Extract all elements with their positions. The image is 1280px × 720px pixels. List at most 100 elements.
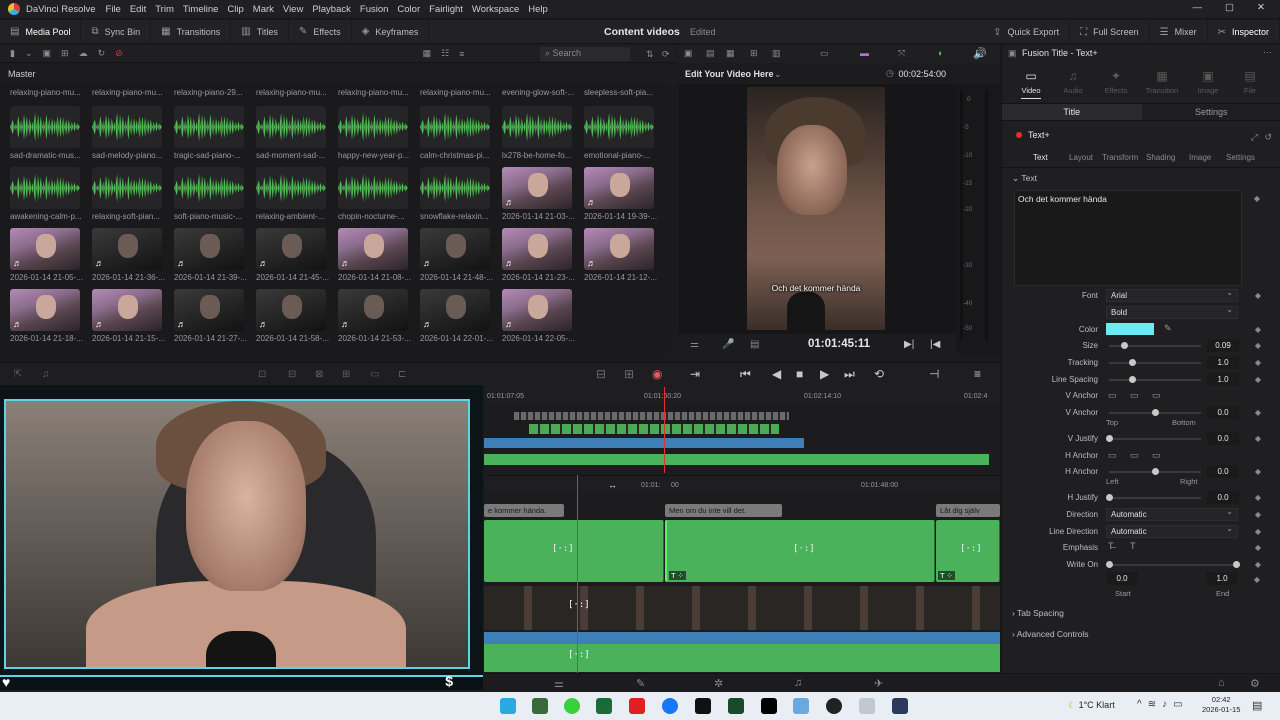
video-clip-thumbnail[interactable]: ♬: [584, 228, 654, 270]
subtab-layout[interactable]: Layout: [1069, 153, 1093, 162]
obs-icon[interactable]: [826, 698, 842, 714]
audio-clip-thumbnail[interactable]: [174, 167, 244, 209]
subtitle-clip[interactable]: Låt dig själv: [936, 504, 1000, 517]
subtitle-clip[interactable]: Men om du inte vill det.: [665, 504, 782, 517]
fit-icon[interactable]: ⊞: [342, 369, 350, 380]
color-space-icon[interactable]: ▬: [860, 48, 869, 58]
video-viewer[interactable]: Och det kommer hända: [678, 84, 956, 334]
sync-bin-button[interactable]: ⧉ Sync Bin: [81, 19, 152, 44]
titles-button[interactable]: ▥ Titles: [231, 19, 289, 44]
video-clip-thumbnail[interactable]: ♬: [256, 228, 326, 270]
anchor-center-icon[interactable]: ▭: [1130, 450, 1139, 461]
timeline-panel[interactable]: 01:01:07:05 01:01:50:20 01:02:14:10 01:0…: [484, 387, 1000, 673]
keyframe-icon[interactable]: ◆: [1254, 194, 1260, 203]
audio-clip-thumbnail[interactable]: [256, 106, 326, 148]
source-icon[interactable]: ▤: [706, 48, 715, 59]
skip-forward-icon[interactable]: ⏭: [844, 367, 855, 382]
notification-icon[interactable]: ▤: [1252, 699, 1262, 712]
new-bin-icon[interactable]: ▣: [43, 48, 52, 59]
media-pool-button[interactable]: ▤ Media Pool: [0, 19, 82, 44]
color-swatch[interactable]: [1106, 323, 1154, 335]
close-icon[interactable]: ✕: [1257, 2, 1265, 13]
chevron-down-icon[interactable]: ⌄: [25, 48, 33, 59]
ripple-icon[interactable]: ⊏: [398, 369, 406, 380]
slider-knob[interactable]: [1233, 561, 1240, 568]
segment-title[interactable]: Title: [1002, 104, 1142, 120]
trim-icon[interactable]: ⊣: [929, 367, 939, 381]
subtab-shading[interactable]: Shading: [1146, 153, 1175, 162]
subtab-settings[interactable]: Settings: [1226, 153, 1255, 162]
slider-knob[interactable]: [1152, 468, 1159, 475]
skip-back-icon[interactable]: ⏮: [740, 367, 751, 382]
keyframe-icon[interactable]: ◆: [1255, 434, 1261, 443]
audio-track[interactable]: [·:]: [484, 632, 1000, 672]
segment-settings[interactable]: Settings: [1142, 104, 1280, 120]
audio-clip-thumbnail[interactable]: [338, 167, 408, 209]
unlink-icon[interactable]: ⊘: [115, 48, 123, 59]
menu-timeline[interactable]: Timeline: [183, 4, 219, 15]
video-clip-thumbnail[interactable]: ♬: [502, 289, 572, 331]
effects-button[interactable]: ✎ Effects: [289, 19, 352, 44]
styled-text-field[interactable]: Och det kommer hända: [1014, 190, 1242, 286]
timeline-ruler[interactable]: 01:01: 00 01:01:48:00 ↔: [484, 475, 1000, 493]
subtitle-clip[interactable]: e kommer hända.: [484, 504, 564, 517]
xbox-icon[interactable]: [564, 698, 580, 714]
slider-knob[interactable]: [1129, 359, 1136, 366]
sidebar-toggle-icon[interactable]: ▮: [10, 48, 15, 59]
menu-fairlight[interactable]: Fairlight: [429, 4, 463, 15]
loop-icon[interactable]: ⟲: [874, 367, 884, 381]
slider-knob[interactable]: [1106, 435, 1113, 442]
v-anchor-slider[interactable]: [1109, 409, 1201, 416]
viewer-title[interactable]: Edit Your Video Here: [685, 69, 774, 79]
fairlight-page-icon[interactable]: ♫: [794, 677, 802, 689]
mini-playhead[interactable]: [664, 387, 665, 473]
cloud-icon[interactable]: ☁: [79, 48, 88, 59]
keyframe-icon[interactable]: ◆: [1255, 543, 1261, 552]
menu-playback[interactable]: Playback: [312, 4, 351, 15]
video-clip-thumbnail[interactable]: ♬: [502, 228, 572, 270]
inspector-button[interactable]: ✂ Inspector: [1208, 20, 1280, 44]
anchor-middle-icon[interactable]: ▭: [1130, 390, 1139, 401]
minimize-icon[interactable]: —: [1193, 2, 1203, 13]
menu-icon[interactable]: ≡: [974, 367, 981, 381]
stop-icon[interactable]: ■: [796, 367, 803, 381]
layers-icon[interactable]: ▤: [750, 339, 759, 350]
keyframe-icon[interactable]: ◆: [1255, 408, 1261, 417]
eyedropper-icon[interactable]: ✎: [1164, 323, 1172, 334]
pick-icon[interactable]: ⤢: [1251, 132, 1258, 143]
transform-icon[interactable]: ⤧: [898, 48, 905, 59]
import-icon[interactable]: ⊞: [61, 48, 69, 59]
settings-sliders-icon[interactable]: ⚌: [690, 339, 699, 350]
file-explorer-icon[interactable]: [793, 698, 809, 714]
cut-page-icon[interactable]: ⚌: [554, 677, 564, 690]
chevron-down-icon[interactable]: ⌄: [774, 69, 782, 80]
anchor-bottom-icon[interactable]: ▭: [1152, 390, 1161, 401]
text-plus-clip[interactable]: [·:] T ⁘: [936, 520, 1000, 582]
edge-icon[interactable]: [500, 698, 516, 714]
terminal-icon[interactable]: [728, 698, 744, 714]
tracking-value[interactable]: 1.0: [1207, 356, 1239, 369]
text-section-header[interactable]: ⌄ Text: [1012, 173, 1037, 184]
audio-clip-thumbnail[interactable]: [338, 106, 408, 148]
keyframe-icon[interactable]: ◆: [1255, 510, 1261, 519]
write-on-end-value[interactable]: 1.0: [1206, 572, 1238, 585]
timeline-view-icon[interactable]: ▦: [726, 48, 735, 59]
subtab-text[interactable]: Text: [1033, 153, 1048, 162]
tab-image[interactable]: ▣ Image: [1188, 69, 1228, 95]
write-on-slider[interactable]: [1106, 561, 1240, 568]
tab-transition[interactable]: ▦ Transition: [1142, 69, 1182, 95]
thumbnail-view-icon[interactable]: ▦: [423, 48, 432, 59]
video-clip-thumbnail[interactable]: ♬: [92, 289, 162, 331]
audio-clip-thumbnail[interactable]: [420, 106, 490, 148]
refresh-icon[interactable]: ⟳: [662, 49, 670, 60]
speaker-icon[interactable]: ♫: [42, 369, 50, 380]
sort-icon[interactable]: ⇅: [646, 49, 654, 60]
link-icon[interactable]: ⊞: [624, 367, 634, 381]
detail-view-icon[interactable]: ≡: [459, 49, 464, 59]
video-clip-thumbnail[interactable]: ♬: [420, 228, 490, 270]
video-track[interactable]: [·:]: [484, 586, 1000, 630]
menu-color[interactable]: Color: [397, 4, 420, 15]
video-clip-thumbnail[interactable]: ♬: [10, 289, 80, 331]
mini-timeline[interactable]: [484, 407, 1000, 469]
text-plus-clip-selected[interactable]: [·:] T ⁘: [665, 520, 935, 582]
